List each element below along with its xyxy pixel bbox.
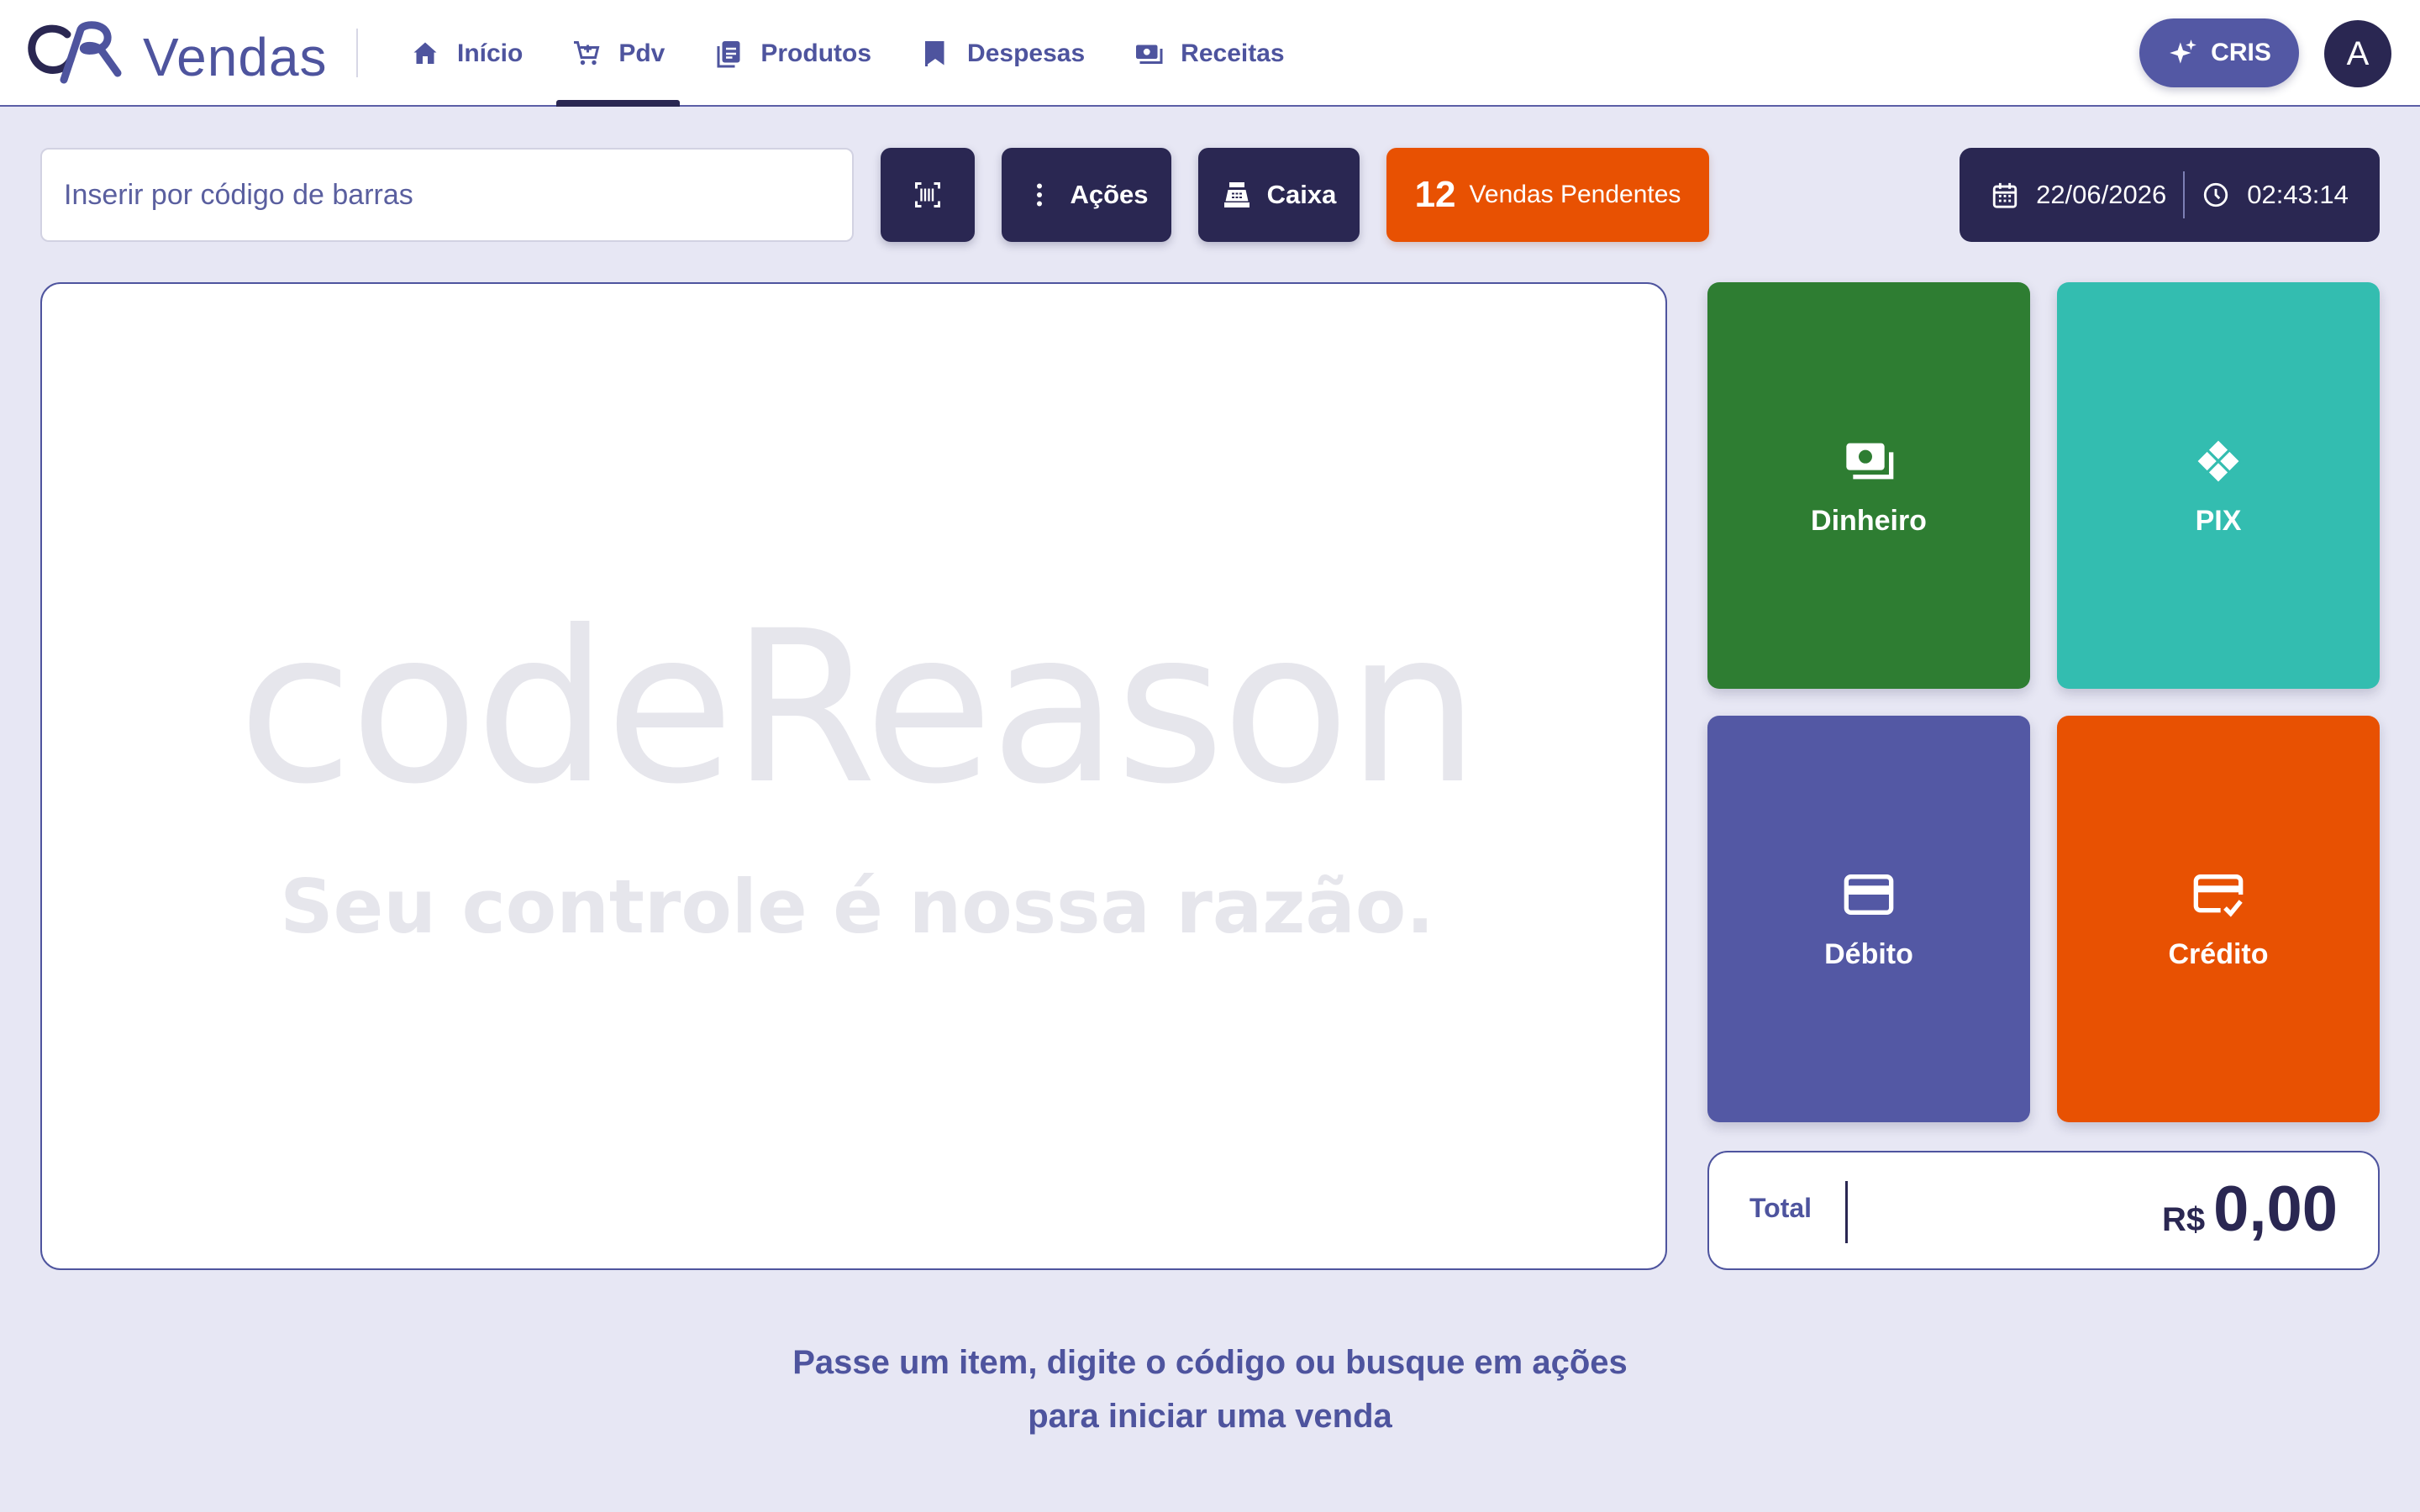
top-bar: Vendas Início Pdv Produtos Despesas Rece… <box>0 0 2420 107</box>
main-nav: Início Pdv Produtos Despesas Receitas <box>395 0 1318 107</box>
pay-pix-label: PIX <box>2195 504 2242 537</box>
nav-item-inicio[interactable]: Início <box>395 0 538 107</box>
start-sale-hint: Passe um item, digite o código ou busque… <box>588 1336 1832 1443</box>
brand-watermark: codeReason Seu controle é nossa razão. <box>202 603 1512 1074</box>
barcode-scan-button[interactable] <box>881 148 975 242</box>
datetime-divider <box>2183 171 2186 218</box>
pay-pix-button[interactable]: PIX <box>2057 282 2380 689</box>
barcode-input[interactable] <box>40 148 854 242</box>
pending-sales-label: Vendas Pendentes <box>1469 181 1681 208</box>
nav-item-label: Pdv <box>618 39 666 67</box>
pix-icon <box>2194 436 2243 486</box>
current-time: 02:43:14 <box>2247 180 2349 209</box>
calendar-icon <box>1992 182 2018 208</box>
nav-item-label: Início <box>457 39 523 67</box>
nav-item-label: Despesas <box>967 39 1086 67</box>
card-check-icon <box>2193 874 2244 917</box>
pay-cash-label: Dinheiro <box>1811 504 1927 537</box>
app-logo[interactable]: Vendas <box>25 15 328 91</box>
pending-sales-count: 12 <box>1414 174 1456 215</box>
total-currency: R$ <box>2161 1201 2206 1238</box>
app-title: Vendas <box>143 27 328 87</box>
nav-item-despesas[interactable]: Despesas <box>905 0 1100 107</box>
money-icon <box>1136 45 1163 64</box>
more-vertical-icon <box>1037 183 1043 207</box>
pay-credit-button[interactable]: Crédito <box>2057 716 2380 1122</box>
product-list-icon <box>717 40 740 67</box>
nav-item-label: Receitas <box>1181 39 1285 67</box>
pay-cash-button[interactable]: Dinheiro <box>1707 282 2030 689</box>
bookmark-flag-icon <box>925 40 944 66</box>
cash-register-icon <box>1223 182 1249 207</box>
nav-item-pdv[interactable]: Pdv <box>556 0 681 107</box>
hint-line-2: para iniciar uma venda <box>1028 1398 1392 1435</box>
hint-line-1: Passe um item, digite o código ou busque… <box>792 1344 1628 1381</box>
logo-divider <box>356 29 358 77</box>
assistant-button[interactable]: CRIS <box>2139 18 2299 87</box>
actions-label: Ações <box>1070 180 1149 209</box>
home-icon <box>413 42 437 64</box>
money-icon <box>1846 443 1894 479</box>
cart-icon <box>574 40 600 65</box>
pay-credit-label: Crédito <box>2168 937 2269 970</box>
pending-sales-button[interactable]: 12 Vendas Pendentes <box>1386 148 1709 242</box>
total-label: Total <box>1749 1193 1812 1223</box>
actions-button[interactable]: Ações <box>1002 148 1171 242</box>
cashier-label: Caixa <box>1266 180 1337 209</box>
total-divider <box>1845 1181 1848 1243</box>
datetime-display: 22/06/2026 02:43:14 <box>1960 148 2380 242</box>
clock-icon <box>2204 182 2228 207</box>
codereason-logo-icon <box>28 21 122 84</box>
sale-items-panel: codeReason Seu controle é nossa razão. <box>40 282 1667 1270</box>
barcode-scan-icon <box>915 182 940 207</box>
current-date: 22/06/2026 <box>2036 180 2167 209</box>
total-value: R$ 0,00 <box>2162 1173 2338 1246</box>
cashier-button[interactable]: Caixa <box>1198 148 1360 242</box>
total-panel: Total R$ 0,00 <box>1707 1151 2380 1270</box>
brand-slogan: Seu controle é nossa razão. <box>280 864 1434 950</box>
pay-debit-button[interactable]: Débito <box>1707 716 2030 1122</box>
assistant-label: CRIS <box>2211 39 2271 66</box>
user-avatar[interactable]: A <box>2324 20 2391 87</box>
nav-item-produtos[interactable]: Produtos <box>698 0 886 107</box>
total-amount: 0,00 <box>2213 1173 2338 1245</box>
credit-card-icon <box>1844 874 1894 915</box>
brand-name: codeReason <box>237 585 1480 830</box>
nav-item-label: Produtos <box>760 39 872 67</box>
sparkles-icon <box>2170 39 2196 64</box>
nav-item-receitas[interactable]: Receitas <box>1118 0 1299 107</box>
pay-debit-label: Débito <box>1824 937 1913 970</box>
